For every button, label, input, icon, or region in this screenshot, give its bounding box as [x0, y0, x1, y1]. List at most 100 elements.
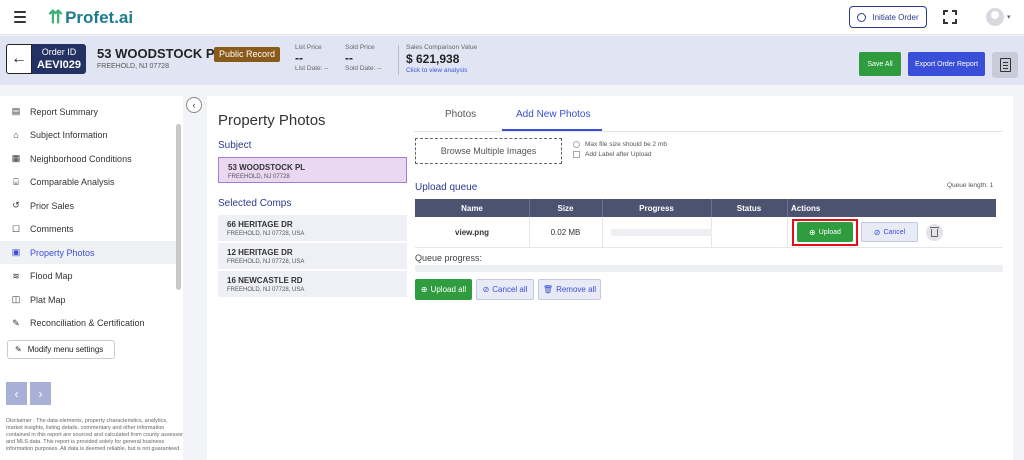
- comp-address: FREEHOLD, NJ 07728, USA: [227, 259, 305, 265]
- sidebar-item-label: Reconciliation & Certification: [30, 318, 145, 328]
- save-all-button[interactable]: Save All: [859, 52, 901, 76]
- logo-mark-icon: ⇈: [48, 7, 64, 27]
- sidebar-item-prior-sales[interactable]: ↺ Prior Sales: [0, 194, 176, 217]
- radio-icon: [573, 141, 580, 148]
- arrow-left-icon: ←: [11, 50, 27, 67]
- sidebar-item-label: Report Summary: [30, 106, 99, 117]
- header-divider: [398, 45, 399, 75]
- sidebar: ▤ Report Summary ⌂ Subject Information ▦ Neig…: [0, 96, 183, 460]
- comp-name: 66 HERITAGE DR: [227, 220, 293, 229]
- sidebar-item-comparable-analysis[interactable]: ⌸ Comparable Analysis: [0, 171, 176, 194]
- chevron-down-icon[interactable]: ▾: [1007, 13, 1011, 21]
- add-label-checkbox[interactable]: [573, 151, 580, 158]
- upload-icon: ⊕: [420, 285, 428, 294]
- upload-queue-heading: Upload queue: [415, 182, 478, 193]
- chevron-left-icon: ‹: [14, 386, 19, 401]
- order-id-label: Order ID: [41, 47, 77, 57]
- search-icon: [857, 12, 867, 22]
- report-icon: ▤: [11, 106, 21, 116]
- add-label-text: Add Label after Upload: [585, 151, 652, 158]
- cancel-button[interactable]: ⊘ Cancel: [861, 222, 918, 242]
- document-icon: [999, 58, 1011, 72]
- comp-card[interactable]: 12 HERITAGE DR FREEHOLD, NJ 07728, USA: [218, 243, 407, 269]
- sidebar-scrollbar[interactable]: [176, 124, 181, 290]
- initiate-order-button[interactable]: Initiate Order: [849, 6, 927, 28]
- upload-all-label: Upload all: [430, 285, 467, 294]
- document-button[interactable]: [992, 52, 1018, 78]
- prev-page-button[interactable]: ‹: [6, 382, 27, 405]
- subject-heading: Subject: [218, 140, 252, 151]
- row-file-size: 0.02 MB: [550, 228, 581, 237]
- user-avatar[interactable]: [986, 8, 1004, 26]
- col-divider: [787, 199, 788, 217]
- sidebar-item-plat-map[interactable]: ◫ Plat Map: [0, 288, 176, 311]
- sidebar-item-flood-map[interactable]: ≋ Flood Map: [0, 265, 176, 288]
- view-analysis-link[interactable]: Click to view analysis: [406, 67, 477, 74]
- queue-table-header: Name Size Progress Status Actions: [415, 199, 996, 217]
- flood-icon: ≋: [12, 270, 20, 281]
- map-icon: ◫: [11, 294, 21, 304]
- sidebar-item-label: Comparable Analysis: [30, 177, 115, 187]
- tab-divider: [414, 131, 1003, 132]
- app-logo[interactable]: ⇈ Profet.ai: [48, 7, 133, 28]
- back-button[interactable]: ←: [6, 44, 32, 74]
- remove-all-button[interactable]: 🗑 Remove all: [538, 279, 601, 300]
- selected-comps-heading: Selected Comps: [218, 198, 292, 209]
- sold-date: Sold Date: --: [345, 65, 382, 72]
- comp-card[interactable]: 66 HERITAGE DR FREEHOLD, NJ 07728, USA: [218, 215, 407, 241]
- certificate-icon: ✎: [12, 317, 20, 328]
- col-actions: Actions: [791, 204, 821, 213]
- collapse-sidebar-button[interactable]: ‹: [186, 97, 202, 113]
- upload-highlight-box: [792, 219, 858, 246]
- comp-card[interactable]: 16 NEWCASTLE RD FREEHOLD, NJ 07728, USA: [218, 271, 407, 297]
- hamburger-menu-icon[interactable]: [14, 11, 26, 23]
- remove-all-label: Remove all: [556, 285, 597, 294]
- subject-card[interactable]: 53 WOODSTOCK PL FREEHOLD, NJ 07728: [218, 157, 407, 183]
- photo-icon: ▣: [11, 247, 21, 257]
- sidebar-item-property-photos[interactable]: ▣ Property Photos: [0, 241, 176, 264]
- add-label-option[interactable]: Add Label after Upload: [573, 151, 652, 158]
- trash-icon: 🗑: [542, 285, 554, 294]
- max-size-note: Max file size should be 2 mb: [573, 141, 667, 148]
- list-price-value: --: [295, 51, 303, 65]
- list-date: List Date: --: [295, 65, 329, 72]
- row-progress-bar: [611, 229, 712, 236]
- order-id-badge: Order ID AEVI029: [32, 44, 86, 74]
- initiate-order-label: Initiate Order: [872, 12, 919, 22]
- subject-name: 53 WOODSTOCK PL: [228, 163, 306, 172]
- max-size-label: Max file size should be 2 mb: [585, 141, 668, 148]
- list-price-label: List Price: [295, 44, 322, 51]
- sidebar-item-label: Flood Map: [30, 271, 73, 281]
- col-divider: [787, 217, 788, 248]
- property-address: 53 WOODSTOCK PL: [97, 46, 223, 61]
- sidebar-item-subject-information[interactable]: ⌂ Subject Information: [0, 124, 176, 147]
- public-record-badge: Public Record: [214, 47, 281, 62]
- history-icon: ↺: [12, 200, 20, 210]
- cancel-all-label: Cancel all: [492, 285, 528, 294]
- export-order-report-button[interactable]: Export Order Report: [908, 52, 985, 76]
- sidebar-item-neighborhood-conditions[interactable]: ▦ Neighborhood Conditions: [0, 147, 176, 170]
- trash-icon: [930, 226, 939, 237]
- queue-progress-label: Queue progress:: [415, 253, 483, 263]
- upload-all-button[interactable]: ⊕ Upload all: [415, 279, 472, 300]
- comp-address: FREEHOLD, NJ 07728, USA: [227, 231, 305, 237]
- sidebar-item-comments[interactable]: ☐ Comments: [0, 218, 176, 241]
- modify-menu-button[interactable]: ✎ Modify menu settings: [7, 340, 115, 359]
- comment-icon: ☐: [11, 223, 21, 234]
- tab-add-new-photos[interactable]: Add New Photos: [516, 109, 591, 120]
- tab-photos[interactable]: Photos: [445, 109, 476, 120]
- cancel-all-button[interactable]: ⊘ Cancel all: [476, 279, 534, 300]
- delete-button[interactable]: [926, 224, 943, 241]
- sales-comparison-block: Sales Comparison Value $ 621,938 Click t…: [406, 44, 477, 74]
- next-page-button[interactable]: ›: [30, 382, 51, 405]
- browse-images-button[interactable]: Browse Multiple Images: [415, 138, 562, 164]
- subject-address: FREEHOLD, NJ 07728: [228, 174, 290, 180]
- sidebar-item-report-summary[interactable]: ▤ Report Summary: [0, 100, 176, 123]
- active-tab-indicator: [502, 129, 602, 131]
- sidebar-item-reconciliation-certification[interactable]: ✎ Reconciliation & Certification: [0, 312, 176, 335]
- cancel-icon: ⊘: [482, 285, 490, 294]
- neighborhood-icon: ▦: [11, 153, 21, 163]
- sidebar-item-label: Plat Map: [30, 294, 66, 305]
- cancel-icon: ⊘: [873, 227, 881, 237]
- fullscreen-icon[interactable]: [943, 10, 957, 24]
